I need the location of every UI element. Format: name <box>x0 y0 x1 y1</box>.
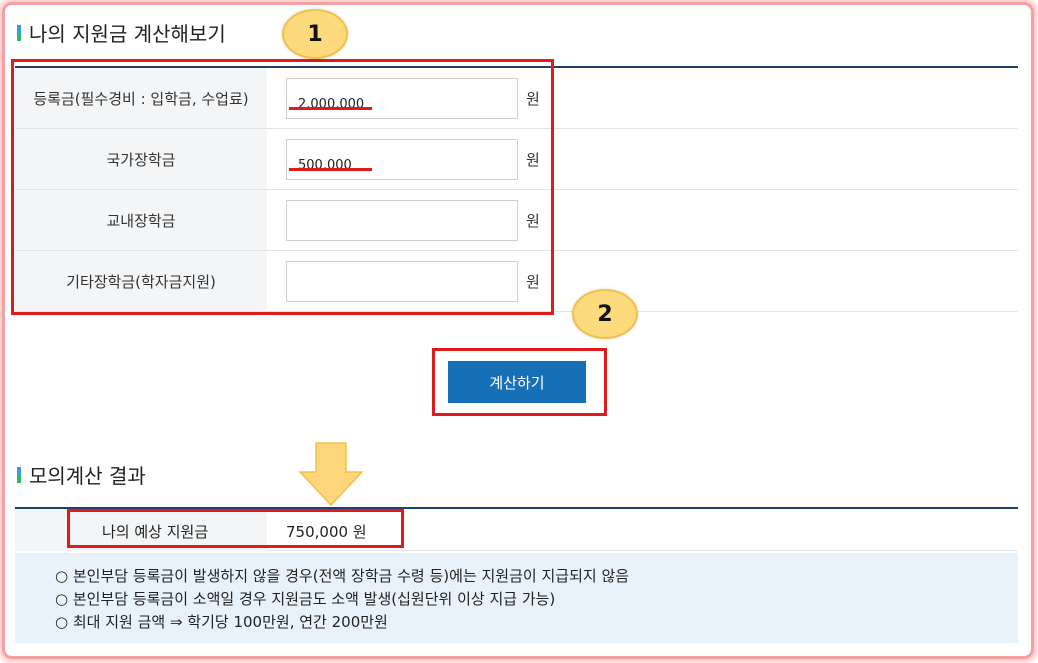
result-title-text: 모의계산 결과 <box>29 464 146 488</box>
title-bar-icon <box>17 466 21 483</box>
step-1-badge: 1 <box>282 9 348 59</box>
result-title: 모의계산 결과 <box>17 460 146 489</box>
calculator-title: 나의 지원금 계산해보기 <box>17 18 226 47</box>
calculate-button[interactable]: 계산하기 <box>448 361 586 403</box>
note-item: ○ 최대 지원 금액 ⇒ 학기당 100만원, 연간 200만원 <box>55 613 388 631</box>
title-bar-icon <box>17 24 21 41</box>
note-item: ○ 본인부담 등록금이 소액일 경우 지원금도 소액 발생(십원단위 이상 지급… <box>55 590 556 608</box>
calculator-title-text: 나의 지원금 계산해보기 <box>29 22 226 46</box>
step-2-badge: 2 <box>572 289 638 339</box>
arrow-down-icon <box>298 442 364 507</box>
result-highlight-box <box>67 509 404 548</box>
notes-box: ○ 본인부담 등록금이 발생하지 않을 경우(전액 장학금 수령 등)에는 지원… <box>15 553 1018 643</box>
form-highlight-box <box>11 59 554 315</box>
note-item: ○ 본인부담 등록금이 발생하지 않을 경우(전액 장학금 수령 등)에는 지원… <box>55 567 630 585</box>
